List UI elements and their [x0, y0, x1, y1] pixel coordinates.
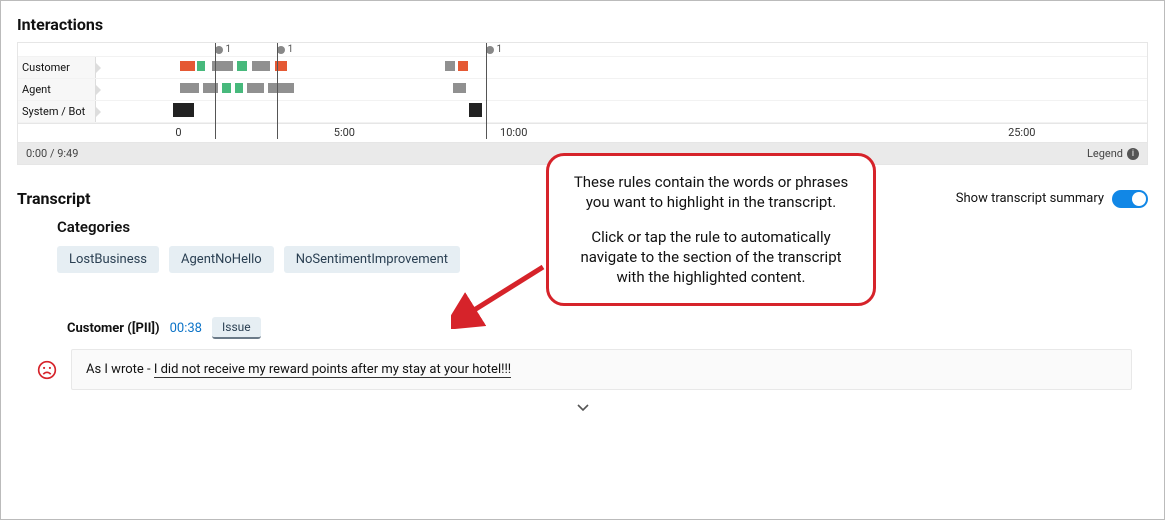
tick: 10:00	[500, 126, 527, 139]
summary-toggle-label: Show transcript summary	[956, 191, 1104, 206]
sentiment-negative-icon	[37, 360, 57, 380]
legend-label: Legend	[1087, 147, 1123, 160]
time-axis: 0 5:00 10:00 25:00 30:00	[18, 123, 1147, 143]
marker-dot-icon	[215, 46, 223, 54]
lane-label-customer: Customer	[18, 57, 96, 78]
lane-customer: Customer	[18, 57, 1147, 79]
tick: 5:00	[334, 126, 355, 139]
interactions-title: Interactions	[17, 15, 1148, 34]
category-pill[interactable]: AgentNoHello	[169, 246, 274, 273]
segment[interactable]	[197, 61, 205, 71]
info-icon: i	[1127, 148, 1139, 160]
segment[interactable]	[222, 83, 230, 93]
legend-button[interactable]: Legend i	[1087, 147, 1139, 160]
lane-track-system[interactable]	[96, 101, 1147, 122]
timeline-marker[interactable]: 1	[277, 44, 294, 55]
segment[interactable]	[180, 83, 199, 93]
tick: 0	[175, 126, 181, 139]
callout-text-1: These rules contain the words or phrases…	[567, 172, 855, 213]
annotation-arrow-icon	[451, 259, 551, 329]
marker-count: 1	[226, 44, 232, 55]
segment[interactable]	[469, 103, 482, 117]
timeline-marker[interactable]: 1	[486, 44, 503, 55]
entry-text[interactable]: As I wrote - I did not receive my reward…	[71, 349, 1132, 390]
expand-chevron-down[interactable]	[17, 400, 1148, 416]
category-pill[interactable]: NoSentimentImprovement	[284, 246, 460, 273]
playback-time: 0:00 / 9:49	[26, 147, 78, 160]
segment[interactable]	[180, 61, 195, 71]
annotation-callout: These rules contain the words or phrases…	[546, 153, 876, 306]
segment[interactable]	[458, 61, 469, 71]
segment[interactable]	[453, 83, 466, 93]
marker-count: 1	[288, 44, 294, 55]
marker-dot-icon	[277, 46, 285, 54]
entry-issue-tag[interactable]: Issue	[212, 317, 261, 339]
timeline-marker-line	[277, 43, 278, 139]
segment[interactable]	[173, 103, 194, 117]
entry-text-highlight: I did not receive my reward points after…	[154, 362, 511, 378]
timeline-marker[interactable]: 1	[215, 44, 232, 55]
segment[interactable]	[235, 83, 243, 93]
lane-label-system: System / Bot	[18, 101, 96, 122]
category-pill[interactable]: LostBusiness	[57, 246, 159, 273]
timeline-marker-line	[215, 43, 216, 139]
transcript-title: Transcript	[17, 189, 91, 208]
tick: 25:00	[1008, 126, 1035, 139]
lane-label-agent: Agent	[18, 79, 96, 100]
segment[interactable]	[268, 83, 293, 93]
lane-agent: Agent	[18, 79, 1147, 101]
summary-toggle[interactable]	[1112, 190, 1148, 208]
chevron-down-icon	[577, 404, 589, 412]
timeline-marker-row: 1 1 1	[18, 43, 1147, 57]
entry-timestamp[interactable]: 00:38	[170, 321, 202, 336]
lane-track-customer[interactable]	[96, 57, 1147, 78]
lane-track-agent[interactable]	[96, 79, 1147, 100]
entry-text-prefix: As I wrote -	[86, 362, 154, 377]
timeline-marker-line	[486, 43, 487, 139]
segment[interactable]	[252, 61, 271, 71]
marker-count: 1	[497, 44, 503, 55]
segment[interactable]	[247, 83, 264, 93]
segment[interactable]	[203, 83, 218, 93]
entry-speaker: Customer ([PII])	[67, 321, 160, 336]
transcript-entry: Customer ([PII]) 00:38 Issue As I wrote …	[67, 317, 1132, 390]
lane-system: System / Bot	[18, 101, 1147, 123]
segment[interactable]	[237, 61, 248, 71]
interactions-timeline[interactable]: 1 1 1 Customer	[17, 42, 1148, 143]
marker-dot-icon	[486, 46, 494, 54]
callout-text-2: Click or tap the rule to automatically n…	[567, 227, 855, 288]
segment[interactable]	[445, 61, 456, 71]
